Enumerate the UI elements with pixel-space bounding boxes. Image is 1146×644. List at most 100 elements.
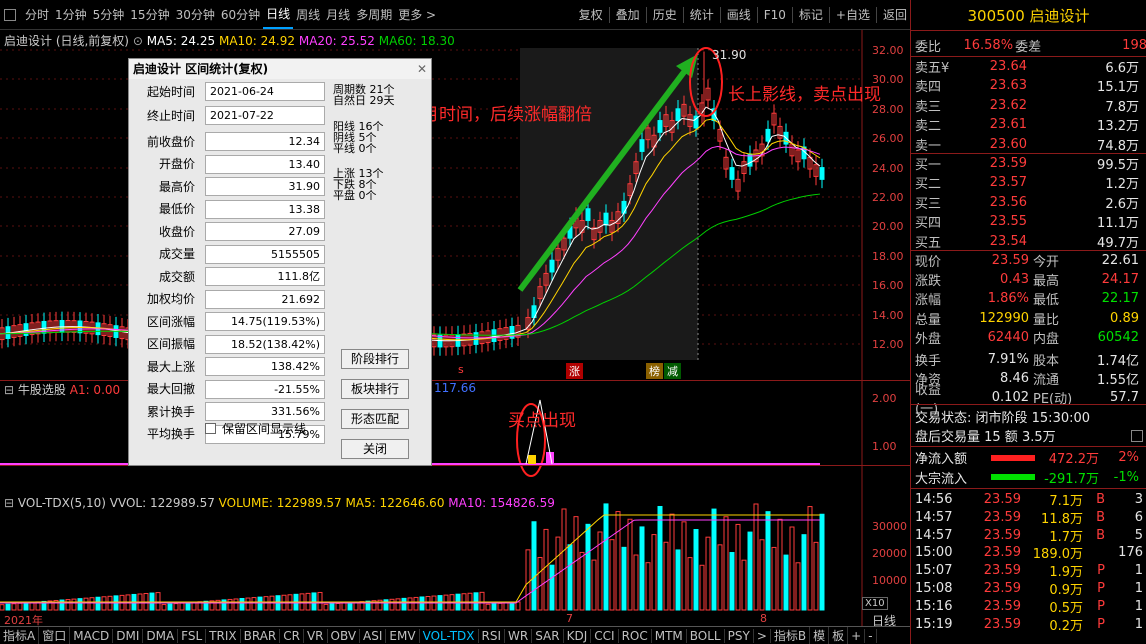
volume-bar [807, 506, 813, 611]
order-book-row[interactable]: 卖三 23.62 7.8万 [911, 96, 1146, 115]
indicator-tab[interactable]: MACD [70, 628, 114, 643]
level-price: 23.54 [989, 233, 1027, 249]
volume-bar [795, 562, 801, 611]
indicator-tab[interactable]: + [848, 628, 866, 643]
pattern-match-button[interactable]: 形态匹配 [341, 409, 409, 429]
stat-value: 13.38 [205, 199, 325, 219]
candle-body [549, 259, 555, 273]
start-label: 起始时间 [146, 84, 195, 99]
stat-value: 5155505 [205, 244, 325, 264]
volume-bar [657, 505, 663, 611]
order-book-row[interactable]: 买三 23.56 2.6万 [911, 193, 1146, 212]
start-date-input[interactable]: 2021-06-24 [205, 82, 325, 101]
order-book-row[interactable]: 卖四 23.63 15.1万 [911, 76, 1146, 95]
tick-price: 23.59 [983, 545, 1021, 561]
indicator-tab[interactable]: RSI [479, 628, 506, 643]
stage-rank-button[interactable]: 阶段排行 [341, 349, 409, 369]
order-book-row[interactable]: 买五 23.54 49.7万 [911, 232, 1146, 251]
indicator-tab[interactable]: VR [304, 628, 328, 643]
tick-row: 15:00 23.59 189.0万 176 [911, 543, 1146, 562]
indicator-tab[interactable]: TRIX [206, 628, 241, 643]
side-stat: 自然日 29天 [333, 94, 395, 107]
badge-zhang[interactable]: 涨 [566, 363, 583, 379]
stat-key: 内盘 [1033, 331, 1060, 347]
order-book-row[interactable]: 卖二 23.61 13.2万 [911, 115, 1146, 134]
axis-month-8: 8 [760, 612, 767, 625]
vol-title: VOL-TDX(5,10) [17, 496, 106, 510]
order-book-row[interactable]: 卖一 23.60 74.8万 [911, 135, 1146, 154]
stat-val: 22.17 [1101, 291, 1139, 307]
keep-range-checkbox[interactable]: 保留区间显示线 [205, 420, 306, 437]
volume-bar [735, 523, 741, 611]
order-book-row[interactable]: 买四 23.55 11.1万 [911, 212, 1146, 231]
badge-jian[interactable]: 减 [664, 363, 681, 379]
order-book-row[interactable]: 买二 23.57 1.2万 [911, 173, 1146, 192]
volume-bar [699, 564, 705, 611]
level-price: 23.64 [989, 59, 1027, 74]
indicator-tab[interactable]: - [865, 628, 877, 643]
volume-bar [567, 544, 573, 611]
indicator-tab[interactable]: 板 [829, 627, 849, 644]
indicator-tab[interactable]: DMA [143, 628, 179, 643]
candle-body [729, 167, 735, 180]
volume-bar [705, 536, 711, 611]
order-book-row[interactable]: 买一 23.59 99.5万 [911, 154, 1146, 173]
expand-icon[interactable] [1131, 429, 1143, 442]
volume-bar [485, 603, 491, 611]
level-label: 买五 [915, 235, 942, 251]
stat-row: 外盘 62440 内盘 60542 [911, 328, 1146, 347]
price-tick: 18.00 [872, 249, 904, 263]
volume-bar [407, 597, 413, 611]
indicator-tab[interactable]: ASI [360, 628, 387, 643]
volume-bar [95, 596, 101, 611]
volume-bar [473, 592, 479, 611]
end-date-input[interactable]: 2021-07-22 [205, 106, 325, 125]
checkbox-icon[interactable] [205, 423, 216, 434]
indicator-tab[interactable]: CCI [591, 628, 619, 643]
volume-bar [777, 518, 783, 611]
indicator-tab[interactable]: MTM [652, 628, 687, 643]
tick-row: 14:57 23.59 1.7万 B 5 [911, 526, 1146, 545]
indicator-tab[interactable]: VOL-TDX [420, 628, 479, 643]
indicator-tab[interactable]: KDJ [564, 628, 592, 643]
indicator-tab[interactable]: FSL [178, 628, 207, 643]
order-book-row[interactable]: 卖五¥ 23.64 6.6万 [911, 57, 1146, 76]
close-button[interactable]: 关闭 [341, 439, 409, 459]
tick-row: 15:07 23.59 1.9万 P 1 [911, 561, 1146, 580]
volume-bar [801, 534, 807, 611]
indicator-tab[interactable]: EMV [386, 628, 420, 643]
indicator-tab[interactable]: CR [280, 628, 304, 643]
indicator-tab[interactable]: BRAR [241, 628, 281, 643]
indicator-tab[interactable]: ROC [619, 628, 652, 643]
volume-bar [771, 546, 777, 611]
volume-bar [245, 597, 251, 611]
volume-bar [627, 518, 633, 611]
indicator-tab[interactable]: BOLL [687, 628, 725, 643]
indicator-tab[interactable]: 窗口 [39, 627, 71, 644]
indicator-tab[interactable]: PSY [725, 628, 754, 643]
volume-bar [383, 599, 389, 611]
volume-bar [537, 557, 543, 611]
volume-bar [71, 598, 77, 611]
minus-icon[interactable]: ⊟ [4, 383, 14, 397]
tick-time: 14:57 [915, 509, 953, 525]
indicator-tab[interactable]: SAR [532, 628, 564, 643]
tick-side: P [1097, 581, 1105, 596]
stat-label: 前收盘价 [146, 134, 195, 149]
minus-icon[interactable]: ⊟ [4, 496, 14, 510]
indicator-title: 牛股选股 [17, 383, 66, 397]
indicator-tab[interactable]: WR [505, 628, 533, 643]
indicator-tab[interactable]: 指标A [0, 627, 40, 644]
indicator-tab[interactable]: DMI [113, 628, 144, 643]
indicator-tab[interactable]: 指标B [771, 627, 811, 644]
indicator-tab[interactable]: 模 [810, 627, 830, 644]
badge-bang[interactable]: 榜 [646, 363, 663, 379]
volume-bar [509, 601, 515, 611]
indicator-tab[interactable]: > [754, 628, 771, 643]
s-mark: s [458, 363, 464, 376]
stat-key: 量比 [1033, 312, 1060, 328]
sector-rank-button[interactable]: 板块排行 [341, 379, 409, 399]
close-icon[interactable]: ✕ [417, 59, 427, 79]
volume-bar [711, 508, 717, 611]
indicator-tab[interactable]: OBV [328, 628, 361, 643]
